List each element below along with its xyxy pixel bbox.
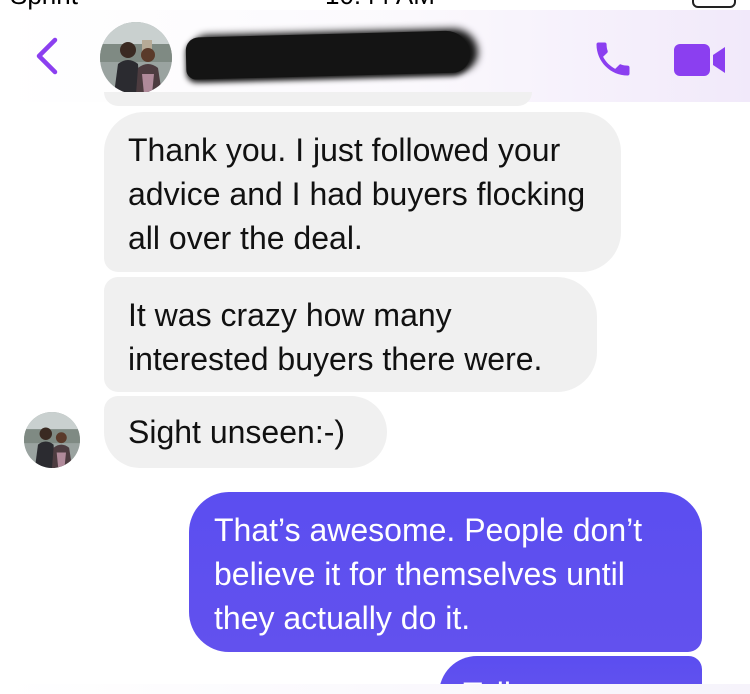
video-call-button[interactable]: [670, 38, 730, 82]
message-text: It was crazy how many interested buyers …: [128, 297, 543, 377]
message-bubble-incoming[interactable]: It was crazy how many interested buyers …: [104, 277, 597, 392]
message-text: That’s awesome. People don’t believe it …: [214, 512, 643, 636]
status-time: 10:44 AM: [325, 0, 435, 10]
back-button[interactable]: [30, 36, 64, 76]
contact-avatar-small[interactable]: [24, 412, 80, 468]
composer-edge: [0, 684, 750, 694]
message-text: Sight unseen:-): [128, 414, 346, 450]
carrier-label: Sprint: [10, 0, 78, 10]
message-bubble-incoming[interactable]: Thank you. I just followed your advice a…: [104, 112, 621, 272]
status-bar: Sprint 10:44 AM: [0, 0, 750, 10]
message-bubble-outgoing[interactable]: That’s awesome. People don’t believe it …: [189, 492, 702, 652]
battery-icon: [692, 0, 736, 8]
conversation-header: Ka: [0, 10, 750, 102]
video-camera-icon: [674, 44, 725, 76]
message-text: Thank you. I just followed your advice a…: [128, 132, 586, 256]
chevron-left-icon: [36, 37, 58, 75]
message-bubble-incoming[interactable]: Sight unseen:-): [104, 396, 387, 468]
previous-message-bubble: [104, 92, 532, 106]
audio-call-button[interactable]: [588, 34, 638, 84]
redaction-scribble: [185, 30, 471, 80]
phone-icon: [596, 42, 630, 76]
contact-avatar[interactable]: [100, 22, 172, 94]
